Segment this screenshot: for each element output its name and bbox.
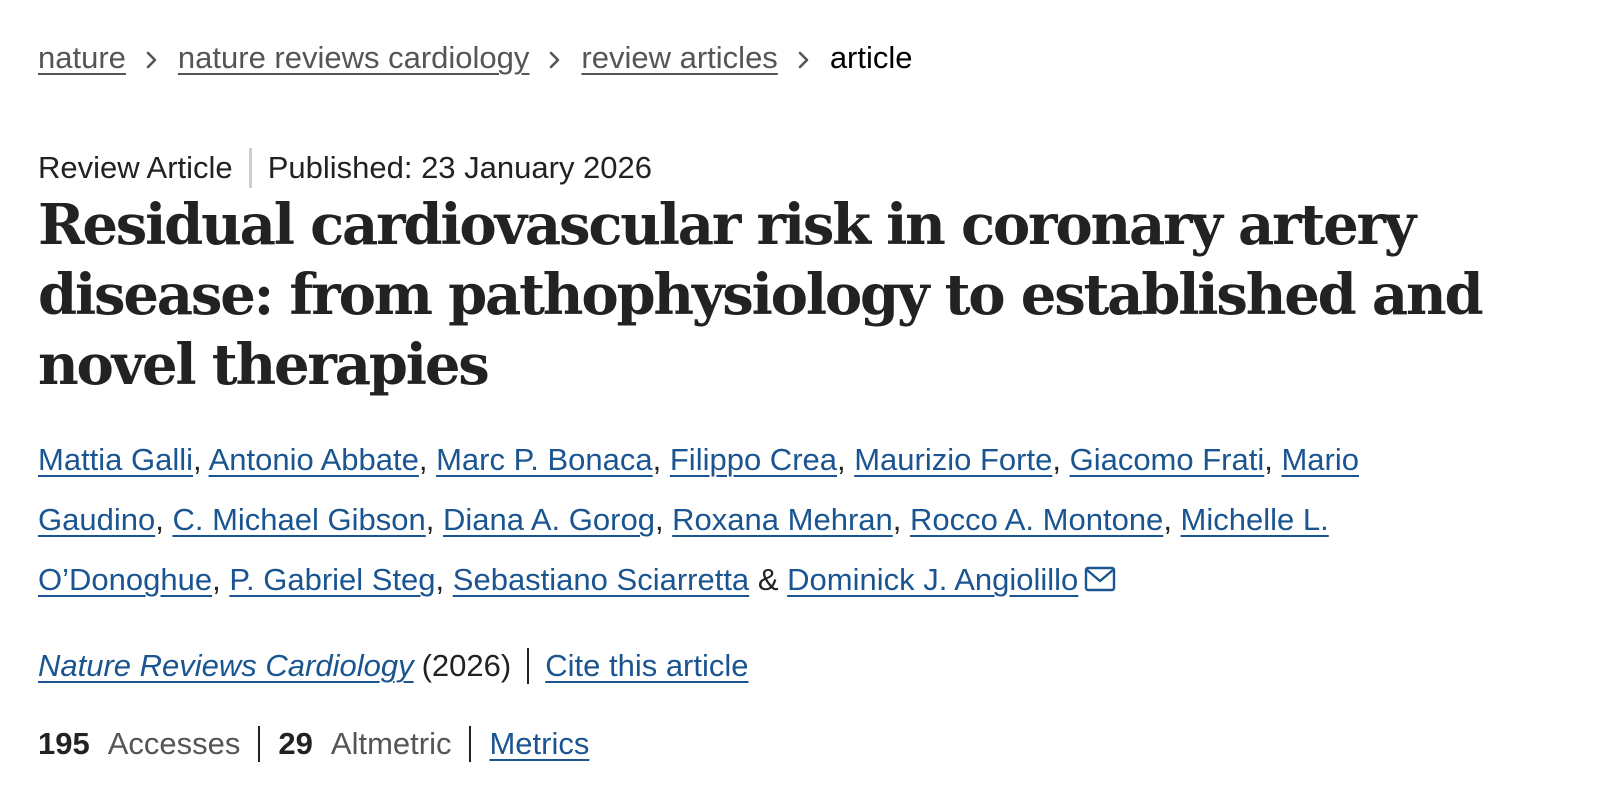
author-separator: , (837, 442, 855, 477)
author-link[interactable]: Antonio Abbate (209, 442, 419, 477)
author-separator: , (425, 502, 443, 537)
breadcrumb-link-review-articles[interactable]: review articles (581, 38, 777, 78)
author-separator: , (155, 502, 173, 537)
accesses-label: Accesses (107, 726, 241, 761)
metrics-link[interactable]: Metrics (489, 724, 589, 764)
published-date: Published: 23 January 2026 (267, 150, 653, 185)
author-link[interactable]: C. Michael Gibson (172, 502, 425, 537)
journal-divider (527, 648, 530, 684)
mail-icon[interactable] (1084, 552, 1116, 612)
author-link[interactable]: Rocco A. Montone (910, 502, 1163, 537)
author-link[interactable]: Diana A. Gorog (443, 502, 655, 537)
breadcrumb-link-journal[interactable]: nature reviews cardiology (178, 38, 530, 78)
author-separator: , (892, 502, 910, 537)
altmetric-count: 29 (278, 726, 313, 761)
author-link[interactable]: Roxana Mehran (672, 502, 893, 537)
chevron-right-icon (778, 38, 830, 78)
article-type: Review Article (38, 150, 233, 185)
author-list: Mattia Galli, Antonio Abbate, Marc P. Bo… (38, 430, 1418, 612)
author-link[interactable]: Dominick J. Angiolillo (787, 562, 1078, 597)
metrics-divider (469, 726, 472, 762)
chevron-right-icon (529, 38, 581, 78)
author-separator: , (1163, 502, 1181, 537)
chevron-right-icon (126, 38, 178, 78)
journal-year: (2026) (421, 648, 512, 683)
author-separator: , (212, 562, 230, 597)
breadcrumb: nature nature reviews cardiology review … (38, 38, 913, 78)
author-link[interactable]: Sebastiano Sciarretta (453, 562, 749, 597)
author-separator: , (1052, 442, 1070, 477)
breadcrumb-current: article (829, 40, 913, 75)
author-separator: , (435, 562, 453, 597)
accesses-count: 195 (38, 726, 90, 761)
article-meta: Review Article Published: 23 January 202… (38, 148, 652, 188)
author-link[interactable]: Filippo Crea (670, 442, 837, 477)
author-link[interactable]: Maurizio Forte (854, 442, 1052, 477)
author-separator: , (1264, 442, 1282, 477)
metrics-line: 195 Accesses 29 Altmetric Metrics (38, 724, 589, 764)
article-title: Residual cardiovascular risk in coronary… (38, 192, 1484, 398)
author-separator: , (652, 442, 670, 477)
metrics-divider (258, 726, 261, 762)
meta-divider (248, 148, 252, 188)
author-joiner: & (757, 562, 779, 597)
author-separator: , (193, 442, 209, 477)
journal-link[interactable]: Nature Reviews Cardiology (38, 646, 414, 686)
cite-article-link[interactable]: Cite this article (545, 646, 748, 686)
author-link[interactable]: Marc P. Bonaca (436, 442, 653, 477)
author-link[interactable]: P. Gabriel Steg (229, 562, 435, 597)
author-separator: , (418, 442, 437, 477)
journal-line: Nature Reviews Cardiology (2026) Cite th… (38, 646, 749, 686)
breadcrumb-link-nature[interactable]: nature (38, 38, 126, 78)
author-separator: , (654, 502, 673, 537)
author-link[interactable]: Giacomo Frati (1070, 442, 1265, 477)
author-link[interactable]: Mattia Galli (38, 442, 193, 477)
altmetric-label: Altmetric (330, 726, 452, 761)
